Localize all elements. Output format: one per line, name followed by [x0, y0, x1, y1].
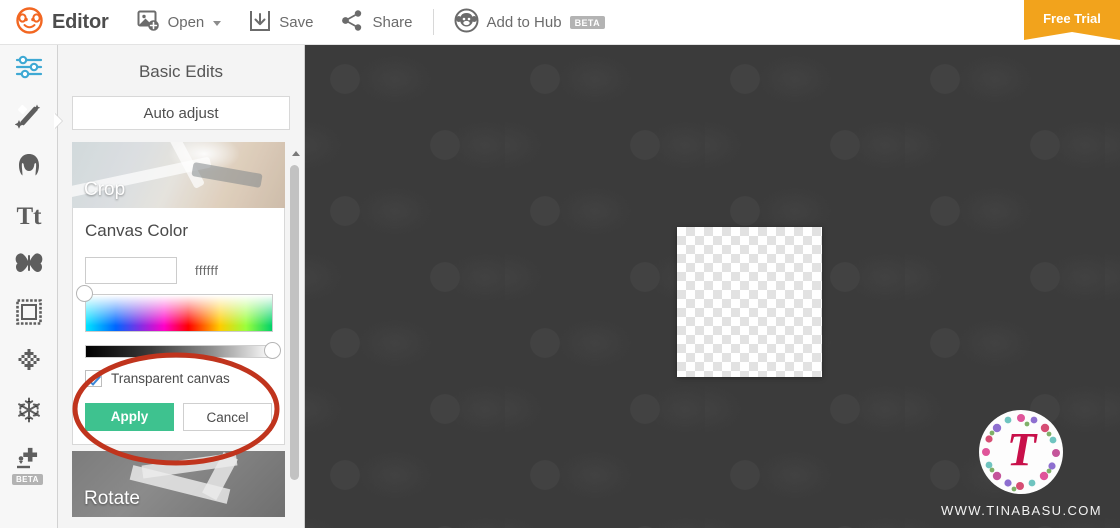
tool-rail: Tt BETA — [0, 45, 62, 528]
sidebar-item-seasonal[interactable] — [0, 388, 58, 437]
watermark-url: WWW.TINABASU.COM — [940, 503, 1102, 518]
brightness-wrap — [85, 342, 281, 359]
frame-icon — [16, 299, 42, 330]
sidebar-item-touch-up[interactable] — [0, 143, 58, 192]
toolbar-divider — [432, 9, 434, 35]
checkbox-box[interactable] — [85, 370, 102, 387]
monkey-logo-icon — [16, 6, 43, 38]
save-download-icon — [249, 9, 271, 36]
collage-beta-badge: BETA — [12, 474, 43, 485]
auto-adjust-button[interactable]: Auto adjust — [72, 96, 290, 130]
panel-scroll-area[interactable]: Crop Canvas Color ffffff Transparent can… — [72, 142, 291, 520]
sidebar-item-basic-edits[interactable] — [0, 45, 58, 94]
sidebar-item-frames[interactable] — [0, 290, 58, 339]
panel-scrollbar[interactable] — [289, 151, 302, 525]
chevron-down-icon — [213, 20, 222, 26]
brand-label: Editor — [52, 10, 109, 33]
canvas-color-title: Canvas Color — [85, 221, 188, 240]
color-gradient-wrap — [76, 285, 273, 332]
color-gradient-picker[interactable] — [85, 294, 273, 332]
share-nodes-icon — [341, 9, 364, 36]
open-button[interactable]: Open — [123, 0, 236, 45]
canvas-color-card: Canvas Color ffffff Transparent canvas A… — [72, 208, 285, 445]
sidebar-item-text[interactable]: Tt — [0, 192, 58, 241]
apply-button[interactable]: Apply — [85, 403, 174, 431]
hex-row: ffffff — [85, 257, 272, 284]
section-rotate-label: Rotate — [84, 488, 140, 509]
card-button-row: Apply Cancel — [85, 403, 272, 431]
save-button[interactable]: Save — [235, 0, 327, 45]
watermark: T WWW.TINABASU.COM — [941, 410, 1102, 518]
cancel-button[interactable]: Cancel — [182, 403, 272, 431]
sidebar-item-collage[interactable]: BETA — [0, 437, 58, 486]
color-swatch[interactable] — [85, 257, 177, 284]
open-image-icon — [137, 9, 160, 36]
section-crop[interactable]: Crop — [72, 142, 285, 208]
transparent-canvas-label: Transparent canvas — [111, 371, 230, 386]
brightness-handle[interactable] — [264, 342, 281, 359]
magic-wand-icon — [14, 102, 43, 135]
butterfly-icon — [14, 251, 44, 280]
sidebar-item-effects[interactable] — [0, 94, 58, 143]
sliders-icon — [15, 55, 43, 84]
snowflake-icon — [16, 397, 42, 428]
add-to-hub-button[interactable]: Add to Hub BETA — [440, 0, 620, 45]
collage-plus-icon — [16, 447, 42, 476]
scrollbar-thumb[interactable] — [290, 165, 299, 480]
brightness-slider[interactable] — [85, 345, 273, 358]
transparent-canvas-checkbox[interactable]: Transparent canvas — [85, 370, 272, 387]
scroll-up-arrow-icon[interactable] — [292, 151, 300, 156]
free-trial-button[interactable]: Free Trial — [1024, 0, 1120, 40]
portrait-face-icon — [15, 151, 43, 184]
sidebar-item-overlays[interactable] — [0, 241, 58, 290]
active-tool-pointer-icon — [54, 113, 62, 129]
open-label: Open — [167, 13, 205, 31]
top-toolbar: Editor Open Save Share Add to Hub BETA F… — [0, 0, 1120, 45]
free-trial-label: Free Trial — [1043, 10, 1101, 26]
share-button[interactable]: Share — [327, 0, 426, 45]
artboard-transparent[interactable] — [677, 227, 822, 377]
share-label: Share — [372, 13, 413, 31]
hub-monkey-icon — [454, 8, 479, 37]
add-to-hub-label: Add to Hub — [486, 13, 562, 31]
gradient-handle[interactable] — [76, 285, 93, 302]
page-title: Basic Edits — [138, 62, 224, 81]
hex-value[interactable]: ffffff — [195, 263, 219, 278]
basic-edits-panel: Basic Edits Auto adjust Crop Canvas Colo… — [58, 45, 305, 528]
sidebar-item-textures[interactable] — [0, 339, 58, 388]
editor-brand[interactable]: Editor — [0, 0, 123, 45]
watermark-logo-icon: T — [979, 410, 1064, 494]
watermark-letter: T — [1006, 423, 1037, 477]
editor-canvas[interactable]: T WWW.TINABASU.COM — [305, 45, 1120, 528]
beta-badge: BETA — [569, 15, 606, 29]
texture-diamond-icon — [16, 348, 42, 379]
save-label: Save — [279, 13, 314, 31]
section-crop-label: Crop — [84, 179, 126, 200]
section-rotate[interactable]: Rotate — [72, 451, 285, 517]
text-tt-icon: Tt — [16, 203, 42, 230]
